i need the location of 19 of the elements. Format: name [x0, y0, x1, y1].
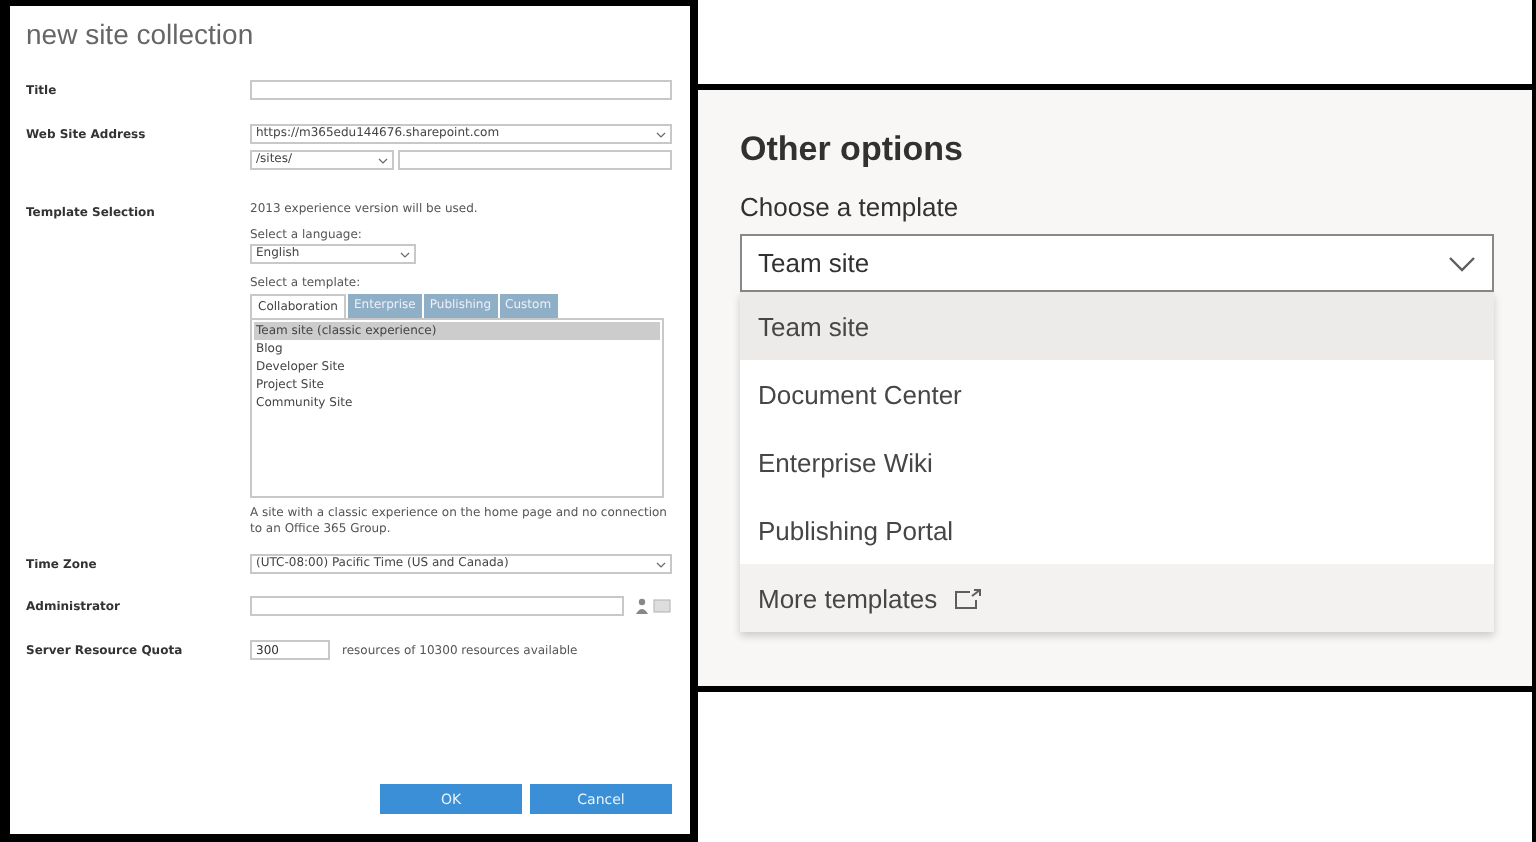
template-option[interactable]: Team site	[740, 292, 1494, 360]
template-option[interactable]: Publishing Portal	[740, 496, 1494, 564]
external-link-icon	[953, 587, 982, 609]
template-label: Choose a template	[740, 192, 961, 222]
title-field[interactable]	[250, 80, 672, 100]
people-picker-icon[interactable]	[636, 598, 672, 614]
more-templates-link[interactable]: More templates	[740, 564, 1494, 632]
section-title: Other options	[740, 130, 965, 170]
template-option[interactable]: Enterprise Wiki	[740, 428, 1494, 496]
template-dropdown[interactable]: Team site	[740, 234, 1494, 292]
administrator-field[interactable]	[250, 596, 624, 616]
url-field[interactable]	[398, 150, 672, 170]
template-option[interactable]: Document Center	[740, 360, 1494, 428]
dialog-title: new site collection	[26, 18, 256, 50]
chevron-down-icon	[656, 561, 666, 567]
chevron-down-icon	[378, 157, 388, 163]
chevron-down-icon	[400, 251, 410, 257]
chevron-down-icon	[1448, 255, 1476, 271]
chevron-down-icon	[656, 131, 666, 137]
